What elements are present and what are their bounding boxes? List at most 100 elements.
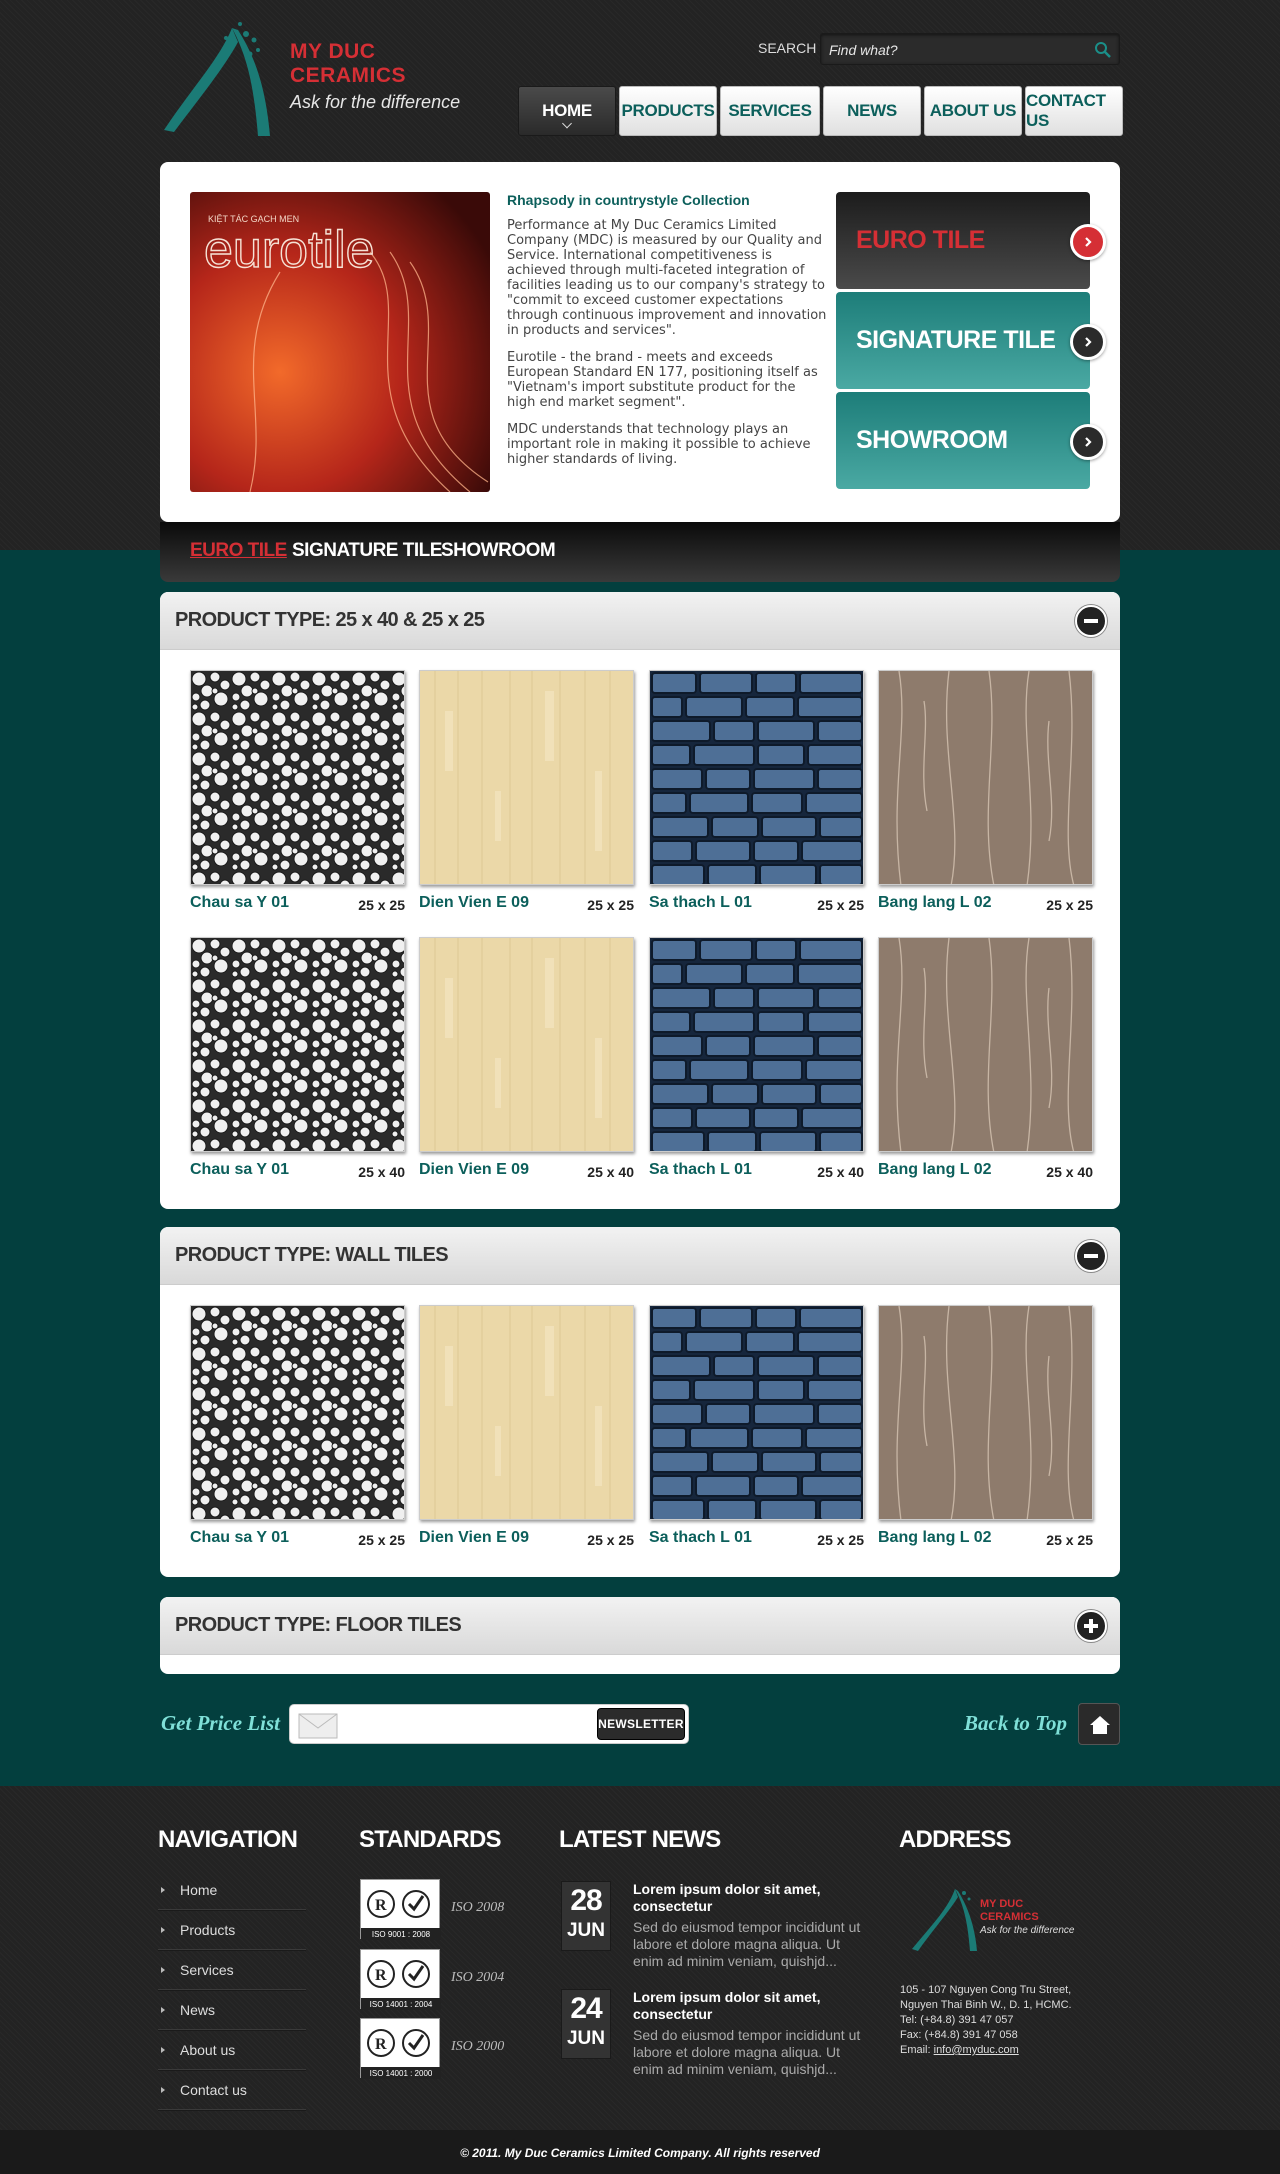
product-name[interactable]: Sa thach L 01: [649, 894, 752, 912]
product-name[interactable]: Bang lang L 02: [878, 1161, 992, 1179]
product-card[interactable]: Sa thach L 01 25 x 40: [649, 937, 864, 1187]
product-name[interactable]: Chau sa Y 01: [190, 894, 289, 912]
subnav-signature-tile[interactable]: SIGNATURE TILE: [292, 540, 442, 562]
product-image[interactable]: [878, 1305, 1093, 1520]
product-card[interactable]: Dien Vien E 09 25 x 25: [419, 670, 634, 920]
panel-header[interactable]: PRODUCT TYPE: FLOOR TILES: [160, 1597, 1120, 1655]
product-card[interactable]: Chau sa Y 01 25 x 40: [190, 937, 405, 1187]
hero-tab-label: SHOWROOM: [856, 426, 1008, 454]
footer-nav-title: NAVIGATION: [158, 1826, 298, 1853]
main-nav: HOME PRODUCTS SERVICES NEWS ABOUT US CON…: [518, 86, 1123, 136]
product-image[interactable]: [190, 670, 405, 885]
newsletter-input[interactable]: [346, 1713, 576, 1737]
news-title[interactable]: Lorem ipsum dolor sit amet, consectetur: [633, 1989, 873, 2023]
product-card[interactable]: Chau sa Y 01 25 x 25: [190, 670, 405, 920]
news-item: 28 JUN Lorem ipsum dolor sit amet, conse…: [561, 1881, 871, 1981]
nav-about-us[interactable]: ABOUT US: [924, 86, 1022, 136]
newsletter-button[interactable]: NEWSLETTER: [597, 1708, 685, 1740]
search-icon[interactable]: [1093, 40, 1113, 60]
product-card[interactable]: Sa thach L 01 25 x 25: [649, 670, 864, 920]
footer-nav-services[interactable]: Services: [158, 1950, 306, 1990]
svg-text:Ask for the difference: Ask for the difference: [979, 1925, 1075, 1936]
product-size: 25 x 40: [1046, 1164, 1093, 1180]
hero-tab-euro-tile[interactable]: EURO TILE: [836, 192, 1106, 289]
arrow-right-icon[interactable]: [1070, 424, 1106, 460]
product-name[interactable]: Sa thach L 01: [649, 1529, 752, 1547]
product-card[interactable]: Bang lang L 02 25 x 40: [878, 937, 1093, 1187]
product-name[interactable]: Sa thach L 01: [649, 1161, 752, 1179]
footer-nav-products[interactable]: Products: [158, 1910, 306, 1950]
product-name[interactable]: Dien Vien E 09: [419, 894, 529, 912]
product-panel: PRODUCT TYPE: 25 x 40 & 25 x 25 Chau sa …: [160, 592, 1120, 1209]
product-panel: PRODUCT TYPE: FLOOR TILES: [160, 1597, 1120, 1674]
product-card[interactable]: Sa thach L 01 25 x 25: [649, 1305, 864, 1555]
arrow-right-icon[interactable]: [1070, 224, 1106, 260]
email-link[interactable]: info@myduc.com: [934, 2044, 1019, 2056]
nav-products[interactable]: PRODUCTS: [619, 86, 717, 136]
product-panel: PRODUCT TYPE: WALL TILES Chau sa Y 01 25…: [160, 1227, 1120, 1577]
nav-contact-us[interactable]: CONTACT US: [1025, 86, 1123, 136]
product-image[interactable]: [649, 937, 864, 1152]
arrow-right-icon[interactable]: [1070, 324, 1106, 360]
product-card[interactable]: Chau sa Y 01 25 x 25: [190, 1305, 405, 1555]
subnav-showroom[interactable]: SHOWROOM: [441, 540, 556, 562]
expand-icon[interactable]: [1075, 1610, 1107, 1642]
product-size: 25 x 25: [817, 1532, 864, 1548]
product-image[interactable]: [649, 670, 864, 885]
product-image[interactable]: [419, 937, 634, 1152]
home-icon[interactable]: [1078, 1703, 1120, 1745]
product-image[interactable]: [878, 937, 1093, 1152]
product-name[interactable]: Bang lang L 02: [878, 894, 992, 912]
footer-nav-contact-us[interactable]: Contact us: [158, 2070, 306, 2110]
product-image[interactable]: [649, 1305, 864, 1520]
news-title[interactable]: Lorem ipsum dolor sit amet, consectetur: [633, 1881, 873, 1915]
hero-image[interactable]: KIỆT TÁC GẠCH MEN eurotile: [190, 192, 490, 492]
product-size: 25 x 25: [1046, 897, 1093, 913]
nav-news[interactable]: NEWS: [823, 86, 921, 136]
product-card[interactable]: Bang lang L 02 25 x 25: [878, 670, 1093, 920]
subnav-euro-tile[interactable]: EURO TILE: [190, 540, 287, 562]
footer-nav-news[interactable]: News: [158, 1990, 306, 2030]
hero-title[interactable]: Rhapsody in countrystyle Collection: [507, 192, 827, 208]
footer-nav-home[interactable]: Home: [158, 1870, 306, 1910]
nav-services[interactable]: SERVICES: [720, 86, 820, 136]
product-image[interactable]: [419, 670, 634, 885]
product-image[interactable]: [190, 937, 405, 1152]
back-to-top-link[interactable]: Back to Top: [964, 1711, 1067, 1736]
svg-text:R: R: [375, 1897, 387, 1914]
product-name[interactable]: Chau sa Y 01: [190, 1161, 289, 1179]
svg-text:ISO 14001 : 2004: ISO 14001 : 2004: [370, 2000, 433, 2009]
product-card[interactable]: Dien Vien E 09 25 x 25: [419, 1305, 634, 1555]
product-name[interactable]: Bang lang L 02: [878, 1529, 992, 1547]
footer-logo: MY DUC CERAMICS Ask for the difference: [910, 1883, 1100, 1953]
svg-text:ISO 9001 : 2008: ISO 9001 : 2008: [372, 1930, 431, 1939]
panel-header[interactable]: PRODUCT TYPE: 25 x 40 & 25 x 25: [160, 592, 1120, 650]
news-excerpt: Sed do eiusmod tempor incididunt ut labo…: [633, 1919, 861, 1969]
category-subnav: EURO TILE SIGNATURE TILE SHOWROOM: [160, 522, 1120, 582]
collapse-icon[interactable]: [1075, 1240, 1107, 1272]
product-image[interactable]: [878, 670, 1093, 885]
product-image[interactable]: [419, 1305, 634, 1520]
product-card[interactable]: Bang lang L 02 25 x 25: [878, 1305, 1093, 1555]
product-image[interactable]: [190, 1305, 405, 1520]
product-size: 25 x 25: [358, 1532, 405, 1548]
site-logo[interactable]: MY DUC CERAMICS Ask for the difference: [162, 18, 482, 138]
search-input[interactable]: [829, 40, 1079, 60]
hero-tab-showroom[interactable]: SHOWROOM: [836, 392, 1106, 489]
panel-title: PRODUCT TYPE: WALL TILES: [175, 1244, 449, 1266]
footer-address-title: ADDRESS: [899, 1826, 1012, 1853]
product-size: 25 x 25: [358, 897, 405, 913]
search-label: SEARCH: [758, 40, 817, 56]
product-name[interactable]: Dien Vien E 09: [419, 1529, 529, 1547]
footer-nav-about-us[interactable]: About us: [158, 2030, 306, 2070]
product-size: 25 x 40: [358, 1164, 405, 1180]
newsletter-form: NEWSLETTER: [289, 1704, 689, 1744]
nav-home[interactable]: HOME: [518, 86, 616, 136]
product-card[interactable]: Dien Vien E 09 25 x 40: [419, 937, 634, 1187]
product-name[interactable]: Dien Vien E 09: [419, 1161, 529, 1179]
hero-tab-signature-tile[interactable]: SIGNATURE TILE: [836, 292, 1106, 389]
product-name[interactable]: Chau sa Y 01: [190, 1529, 289, 1547]
collapse-icon[interactable]: [1075, 605, 1107, 637]
panel-header[interactable]: PRODUCT TYPE: WALL TILES: [160, 1227, 1120, 1285]
logo-name: MY DUC CERAMICS: [290, 40, 407, 87]
